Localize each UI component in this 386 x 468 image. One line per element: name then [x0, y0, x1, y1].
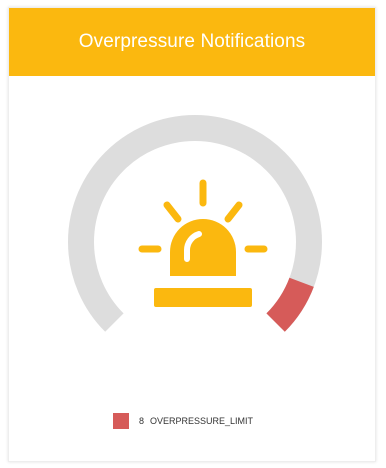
siren-icon	[138, 179, 268, 307]
legend-label: OVERPRESSURE_LIMIT	[150, 416, 254, 426]
gauge-chart	[68, 115, 322, 332]
legend-count: 8	[139, 416, 145, 426]
overpressure-card: Overpressure Notifications 8 OVERPRESSUR…	[8, 7, 376, 462]
legend-swatch	[113, 413, 129, 429]
card-header: Overpressure Notifications	[9, 8, 375, 76]
card-title: Overpressure Notifications	[78, 31, 306, 52]
gauge-value-segment[interactable]	[266, 277, 314, 332]
chart-legend: 8 OVERPRESSURE_LIMIT	[113, 413, 253, 429]
